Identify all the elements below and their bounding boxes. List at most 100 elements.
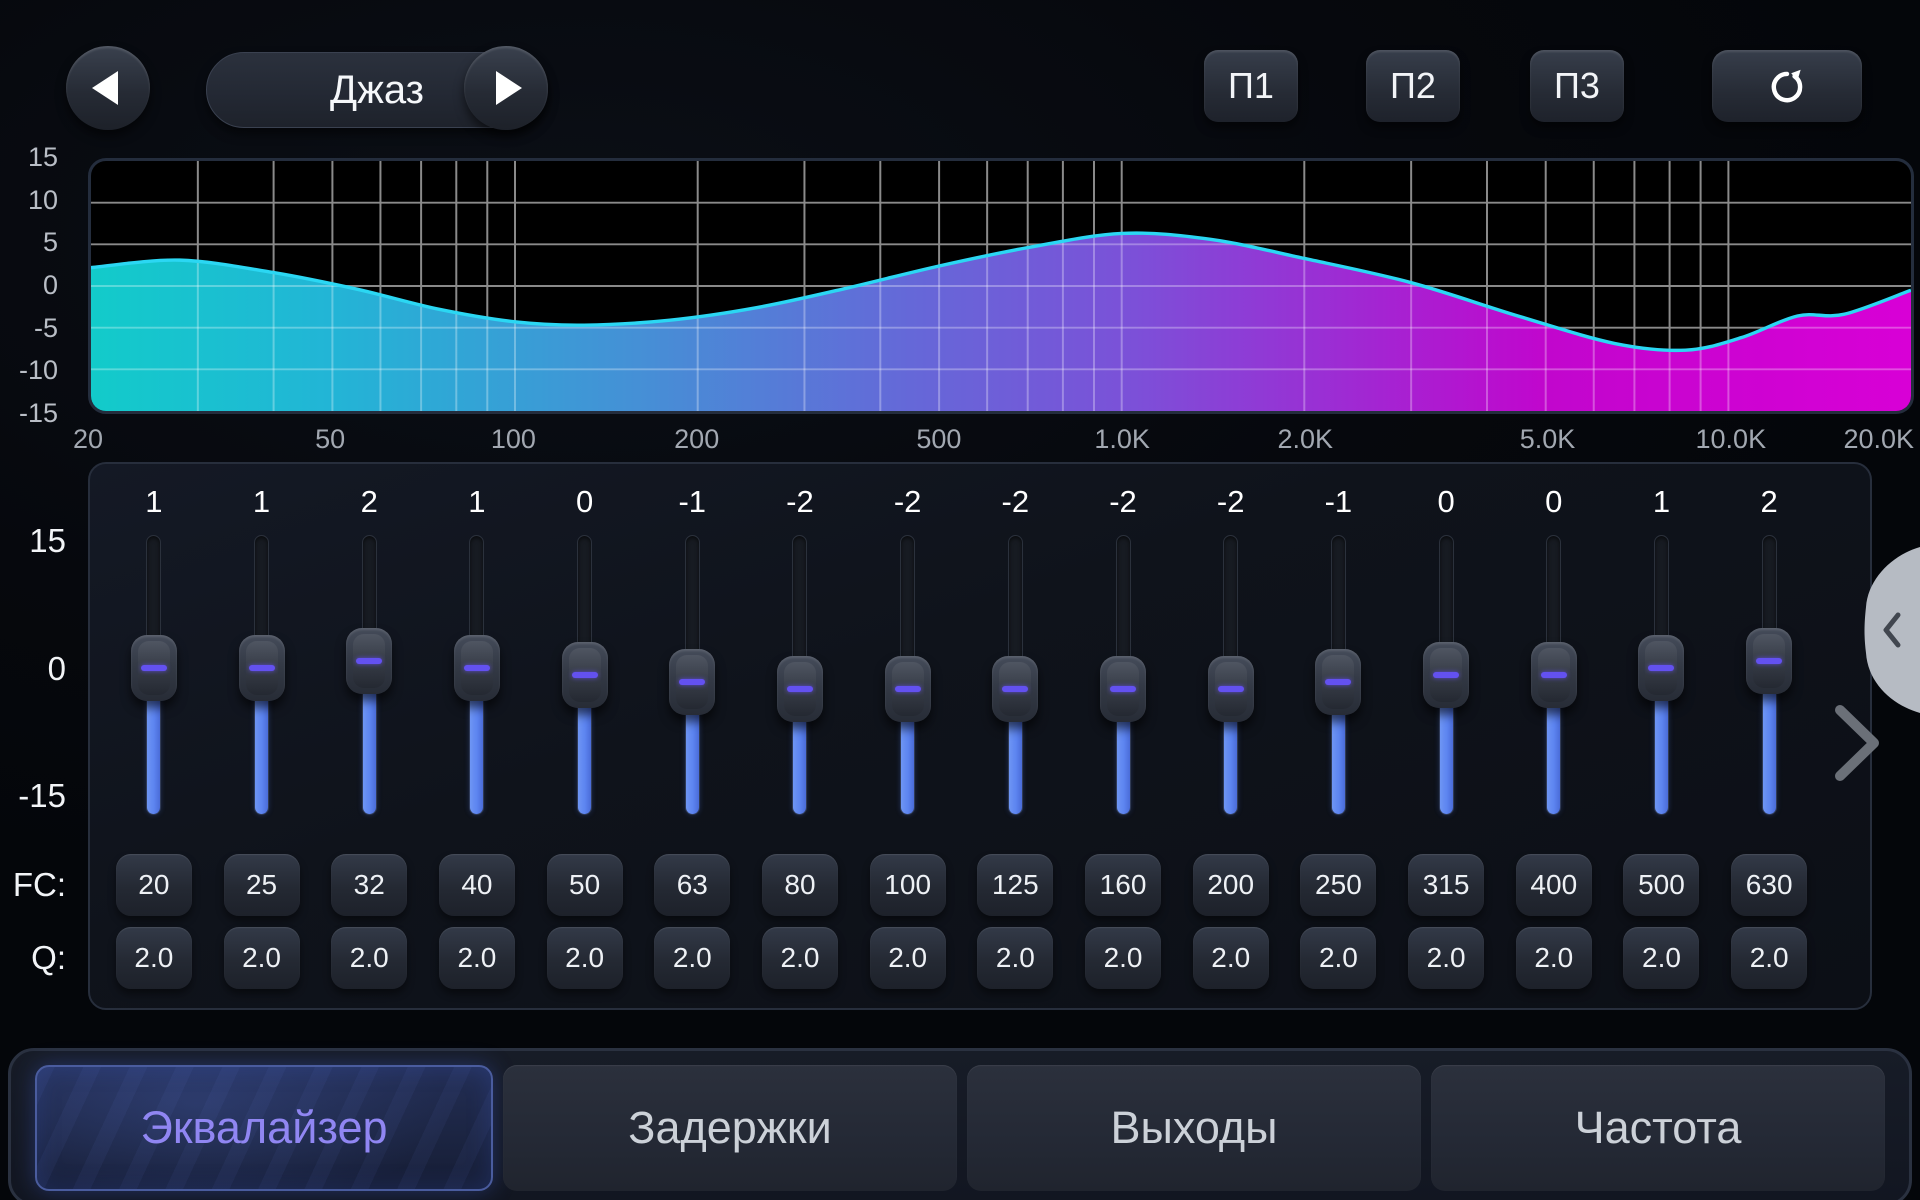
band-gain-value: -2 (1177, 484, 1285, 520)
band-gain-slider[interactable] (746, 535, 854, 815)
memory-preset-3-button[interactable]: П3 (1530, 50, 1624, 122)
band-fc-chip[interactable]: 315 (1408, 854, 1484, 916)
memory-preset-2-button[interactable]: П2 (1366, 50, 1460, 122)
band-q-chip[interactable]: 2.0 (224, 927, 300, 989)
band-fc-chip[interactable]: 25 (224, 854, 300, 916)
band-q-chip[interactable]: 2.0 (654, 927, 730, 989)
band-fc-chip[interactable]: 125 (977, 854, 1053, 916)
band-fc-chip[interactable]: 20 (116, 854, 192, 916)
band-q-chip[interactable]: 2.0 (116, 927, 192, 989)
eq-band-column: 0 315 2.0 (1392, 464, 1500, 1008)
reset-eq-button[interactable] (1712, 50, 1862, 122)
slider-handle[interactable] (239, 635, 285, 701)
band-fc-chip[interactable]: 500 (1623, 854, 1699, 916)
memory-preset-1-button[interactable]: П1 (1204, 50, 1298, 122)
band-fc-chip[interactable]: 80 (762, 854, 838, 916)
graph-x-tick-label: 20 (73, 424, 103, 455)
band-gain-slider[interactable] (1069, 535, 1177, 815)
band-fc-chip[interactable]: 630 (1731, 854, 1807, 916)
preset-next-button[interactable] (464, 46, 548, 130)
band-fc-chip[interactable]: 63 (654, 854, 730, 916)
band-q-chip[interactable]: 2.0 (870, 927, 946, 989)
eq-bands-container: 1 20 2.0 1 25 2.0 2 (100, 464, 1823, 1008)
band-gain-slider[interactable] (1715, 535, 1823, 815)
slider-handle[interactable] (1315, 649, 1361, 715)
band-gain-value: 2 (315, 484, 423, 520)
eq-band-column: 2 32 2.0 (315, 464, 423, 1008)
slider-handle[interactable] (346, 628, 392, 694)
band-gain-value: 0 (1392, 484, 1500, 520)
tab-outputs[interactable]: Выходы (967, 1065, 1421, 1191)
band-fc-chip[interactable]: 200 (1193, 854, 1269, 916)
band-gain-value: 1 (100, 484, 208, 520)
graph-y-tick-label: 0 (0, 270, 58, 301)
eq-band-column: -1 63 2.0 (638, 464, 746, 1008)
band-q-chip[interactable]: 2.0 (977, 927, 1053, 989)
band-gain-slider[interactable] (1608, 535, 1716, 815)
band-fc-chip[interactable]: 250 (1300, 854, 1376, 916)
band-gain-slider[interactable] (531, 535, 639, 815)
triangle-right-icon (496, 71, 522, 105)
next-bands-page-button[interactable] (1822, 698, 1892, 788)
memory-3-label: П3 (1554, 65, 1600, 107)
slider-handle[interactable] (1531, 642, 1577, 708)
slider-handle-dash (1433, 672, 1459, 678)
band-fc-chip[interactable]: 32 (331, 854, 407, 916)
band-q-chip[interactable]: 2.0 (1731, 927, 1807, 989)
band-q-chip[interactable]: 2.0 (1623, 927, 1699, 989)
slider-handle-dash (679, 679, 705, 685)
slider-handle[interactable] (454, 635, 500, 701)
slider-handle[interactable] (1423, 642, 1469, 708)
band-q-chip[interactable]: 2.0 (331, 927, 407, 989)
band-gain-slider[interactable] (1177, 535, 1285, 815)
slider-handle-dash (464, 665, 490, 671)
memory-1-label: П1 (1228, 65, 1274, 107)
tab-equalizer[interactable]: Эквалайзер (35, 1065, 493, 1191)
band-gain-slider[interactable] (1285, 535, 1393, 815)
slider-handle[interactable] (1100, 656, 1146, 722)
eq-band-column: -1 250 2.0 (1285, 464, 1393, 1008)
band-fc-chip[interactable]: 400 (1516, 854, 1592, 916)
band-gain-slider[interactable] (854, 535, 962, 815)
band-gain-slider[interactable] (208, 535, 316, 815)
slider-handle[interactable] (1638, 635, 1684, 701)
band-q-chip[interactable]: 2.0 (439, 927, 515, 989)
eq-bands-panel: 1 20 2.0 1 25 2.0 2 (88, 462, 1872, 1010)
side-drawer-handle[interactable] (1858, 545, 1920, 715)
band-fc-chip[interactable]: 100 (870, 854, 946, 916)
slider-handle-dash (249, 665, 275, 671)
graph-x-tick-label: 2.0K (1278, 424, 1334, 455)
band-gain-slider[interactable] (1500, 535, 1608, 815)
band-gain-slider[interactable] (315, 535, 423, 815)
band-q-chip[interactable]: 2.0 (1516, 927, 1592, 989)
band-q-chip[interactable]: 2.0 (762, 927, 838, 989)
band-q-chip[interactable]: 2.0 (1193, 927, 1269, 989)
band-fc-chip[interactable]: 40 (439, 854, 515, 916)
slider-handle[interactable] (131, 635, 177, 701)
eq-band-column: 1 20 2.0 (100, 464, 208, 1008)
band-q-chip[interactable]: 2.0 (1300, 927, 1376, 989)
slider-handle[interactable] (1746, 628, 1792, 694)
eq-band-column: -2 100 2.0 (854, 464, 962, 1008)
band-q-chip[interactable]: 2.0 (547, 927, 623, 989)
slider-handle[interactable] (562, 642, 608, 708)
slider-handle[interactable] (992, 656, 1038, 722)
band-gain-slider[interactable] (1392, 535, 1500, 815)
graph-x-tick-label: 5.0K (1520, 424, 1576, 455)
band-fc-chip[interactable]: 50 (547, 854, 623, 916)
slider-handle[interactable] (669, 649, 715, 715)
slider-handle[interactable] (1208, 656, 1254, 722)
band-q-chip[interactable]: 2.0 (1408, 927, 1484, 989)
band-gain-slider[interactable] (100, 535, 208, 815)
tab-delays[interactable]: Задержки (503, 1065, 957, 1191)
band-fc-chip[interactable]: 160 (1085, 854, 1161, 916)
band-q-chip[interactable]: 2.0 (1085, 927, 1161, 989)
slider-handle[interactable] (777, 656, 823, 722)
band-gain-slider[interactable] (638, 535, 746, 815)
preset-prev-button[interactable] (66, 46, 150, 130)
slider-handle-dash (1110, 686, 1136, 692)
band-gain-slider[interactable] (962, 535, 1070, 815)
slider-handle[interactable] (885, 656, 931, 722)
tab-frequency[interactable]: Частота (1431, 1065, 1885, 1191)
band-gain-slider[interactable] (423, 535, 531, 815)
